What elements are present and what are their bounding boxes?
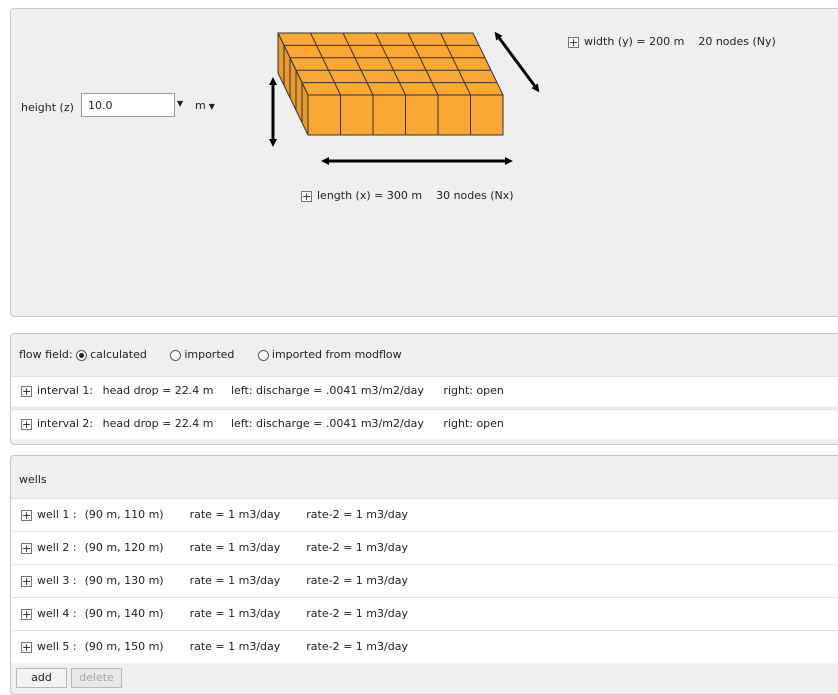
well-row[interactable]: + well 3 : (90 m, 130 m) rate = 1 m3/day rat… <box>11 564 838 597</box>
expand-well-button[interactable]: + <box>21 542 32 554</box>
well-rate-2: rate-2 = 1 m3/day <box>306 541 408 554</box>
well-rate-2: rate-2 = 1 m3/day <box>306 508 408 521</box>
expand-well-button[interactable]: + <box>21 575 32 587</box>
well-rate-2: rate-2 = 1 m3/day <box>306 640 408 653</box>
height-label: height (z) <box>21 101 74 114</box>
expand-width-button[interactable]: + <box>568 36 579 48</box>
flow-field-label: flow field: <box>19 348 73 361</box>
expand-interval-button[interactable]: + <box>21 418 32 430</box>
interval-right-boundary: right: open <box>443 384 504 397</box>
height-unit-label: m <box>195 99 206 112</box>
interval-right-boundary: right: open <box>443 417 504 430</box>
well-rate: rate = 1 m3/day <box>189 541 281 554</box>
expand-well-button[interactable]: + <box>21 641 32 653</box>
radio-checked-icon <box>76 349 88 361</box>
well-position: (90 m, 140 m) <box>84 607 164 620</box>
width-arrow <box>494 31 540 93</box>
width-value: width (y) = 200 m <box>584 35 685 48</box>
interval-name: interval 2: <box>37 417 94 430</box>
well-rate: rate = 1 m3/day <box>189 640 281 653</box>
well-rate-2: rate-2 = 1 m3/day <box>306 574 408 587</box>
radio-imported[interactable]: imported <box>170 348 234 361</box>
interval-name: interval 1: <box>37 384 94 397</box>
wells-list: + well 1 : (90 m, 110 m) rate = 1 m3/day rat… <box>11 498 838 663</box>
radio-label: imported <box>184 348 235 361</box>
chevron-down-icon: ▼ <box>208 102 215 111</box>
add-well-button[interactable]: add <box>16 668 67 688</box>
expand-interval-button[interactable]: + <box>21 385 32 397</box>
well-rate: rate = 1 m3/day <box>189 607 281 620</box>
wells-title: wells <box>19 473 47 486</box>
radio-label: imported from modflow <box>271 348 402 361</box>
height-input[interactable] <box>81 93 175 117</box>
interval-head-drop: head drop = 22.4 m <box>102 417 214 430</box>
well-name: well 4 : <box>37 607 77 620</box>
interval-row[interactable]: + interval 2: head drop = 22.4 m left: di… <box>11 409 838 439</box>
well-name: well 5 : <box>37 640 77 653</box>
well-row[interactable]: + well 4 : (90 m, 140 m) rate = 1 m3/day rat… <box>11 597 838 630</box>
width-row: + width (y) = 200 m 20 nodes (Ny) <box>568 35 776 48</box>
well-row[interactable]: + well 1 : (90 m, 110 m) rate = 1 m3/day rat… <box>11 498 838 531</box>
well-rate-2: rate-2 = 1 m3/day <box>306 607 408 620</box>
wells-panel: wells + well 1 : (90 m, 110 m) rate = 1 m3/… <box>10 455 838 695</box>
expand-length-button[interactable]: + <box>301 190 312 202</box>
interval-row[interactable]: + interval 1: head drop = 22.4 m left: di… <box>11 376 838 406</box>
length-nodes: 30 nodes (Nx) <box>436 189 514 202</box>
well-position: (90 m, 130 m) <box>84 574 164 587</box>
domain-panel: height (z) ▼ m▼ <box>10 8 838 317</box>
radio-unchecked-icon <box>170 349 182 361</box>
well-position: (90 m, 110 m) <box>84 508 164 521</box>
well-rate: rate = 1 m3/day <box>189 574 281 587</box>
radio-calculated[interactable]: calculated <box>76 348 147 361</box>
well-name: well 2 : <box>37 541 77 554</box>
radio-imported-from-modflow[interactable]: imported from modflow <box>257 348 402 361</box>
well-name: well 3 : <box>37 574 77 587</box>
radio-unchecked-icon <box>257 349 269 361</box>
well-position: (90 m, 120 m) <box>84 541 164 554</box>
length-row: + length (x) = 300 m 30 nodes (Nx) <box>301 189 514 202</box>
flow-field-header: flow field: calculated imported imported… <box>19 348 422 361</box>
well-position: (90 m, 150 m) <box>84 640 164 653</box>
expand-well-button[interactable]: + <box>21 509 32 521</box>
radio-label: calculated <box>90 348 147 361</box>
flow-field-panel: flow field: calculated imported imported… <box>10 333 838 445</box>
interval-left-boundary: left: discharge = .0041 m3/m2/day <box>231 417 424 430</box>
interval-left-boundary: left: discharge = .0041 m3/m2/day <box>231 384 424 397</box>
domain-box-diagram <box>269 31 540 165</box>
interval-head-drop: head drop = 22.4 m <box>102 384 214 397</box>
well-row[interactable]: + well 5 : (90 m, 150 m) rate = 1 m3/day rat… <box>11 630 838 663</box>
length-value: length (x) = 300 m <box>317 189 423 202</box>
delete-well-button[interactable]: delete <box>71 668 122 688</box>
well-name: well 1 : <box>37 508 77 521</box>
height-dropdown-arrow-icon[interactable]: ▼ <box>177 99 183 108</box>
width-nodes: 20 nodes (Ny) <box>698 35 776 48</box>
height-unit-select[interactable]: m ▼ <box>195 99 215 112</box>
well-row[interactable]: + well 2 : (90 m, 120 m) rate = 1 m3/day rat… <box>11 531 838 564</box>
expand-well-button[interactable]: + <box>21 608 32 620</box>
well-rate: rate = 1 m3/day <box>189 508 281 521</box>
